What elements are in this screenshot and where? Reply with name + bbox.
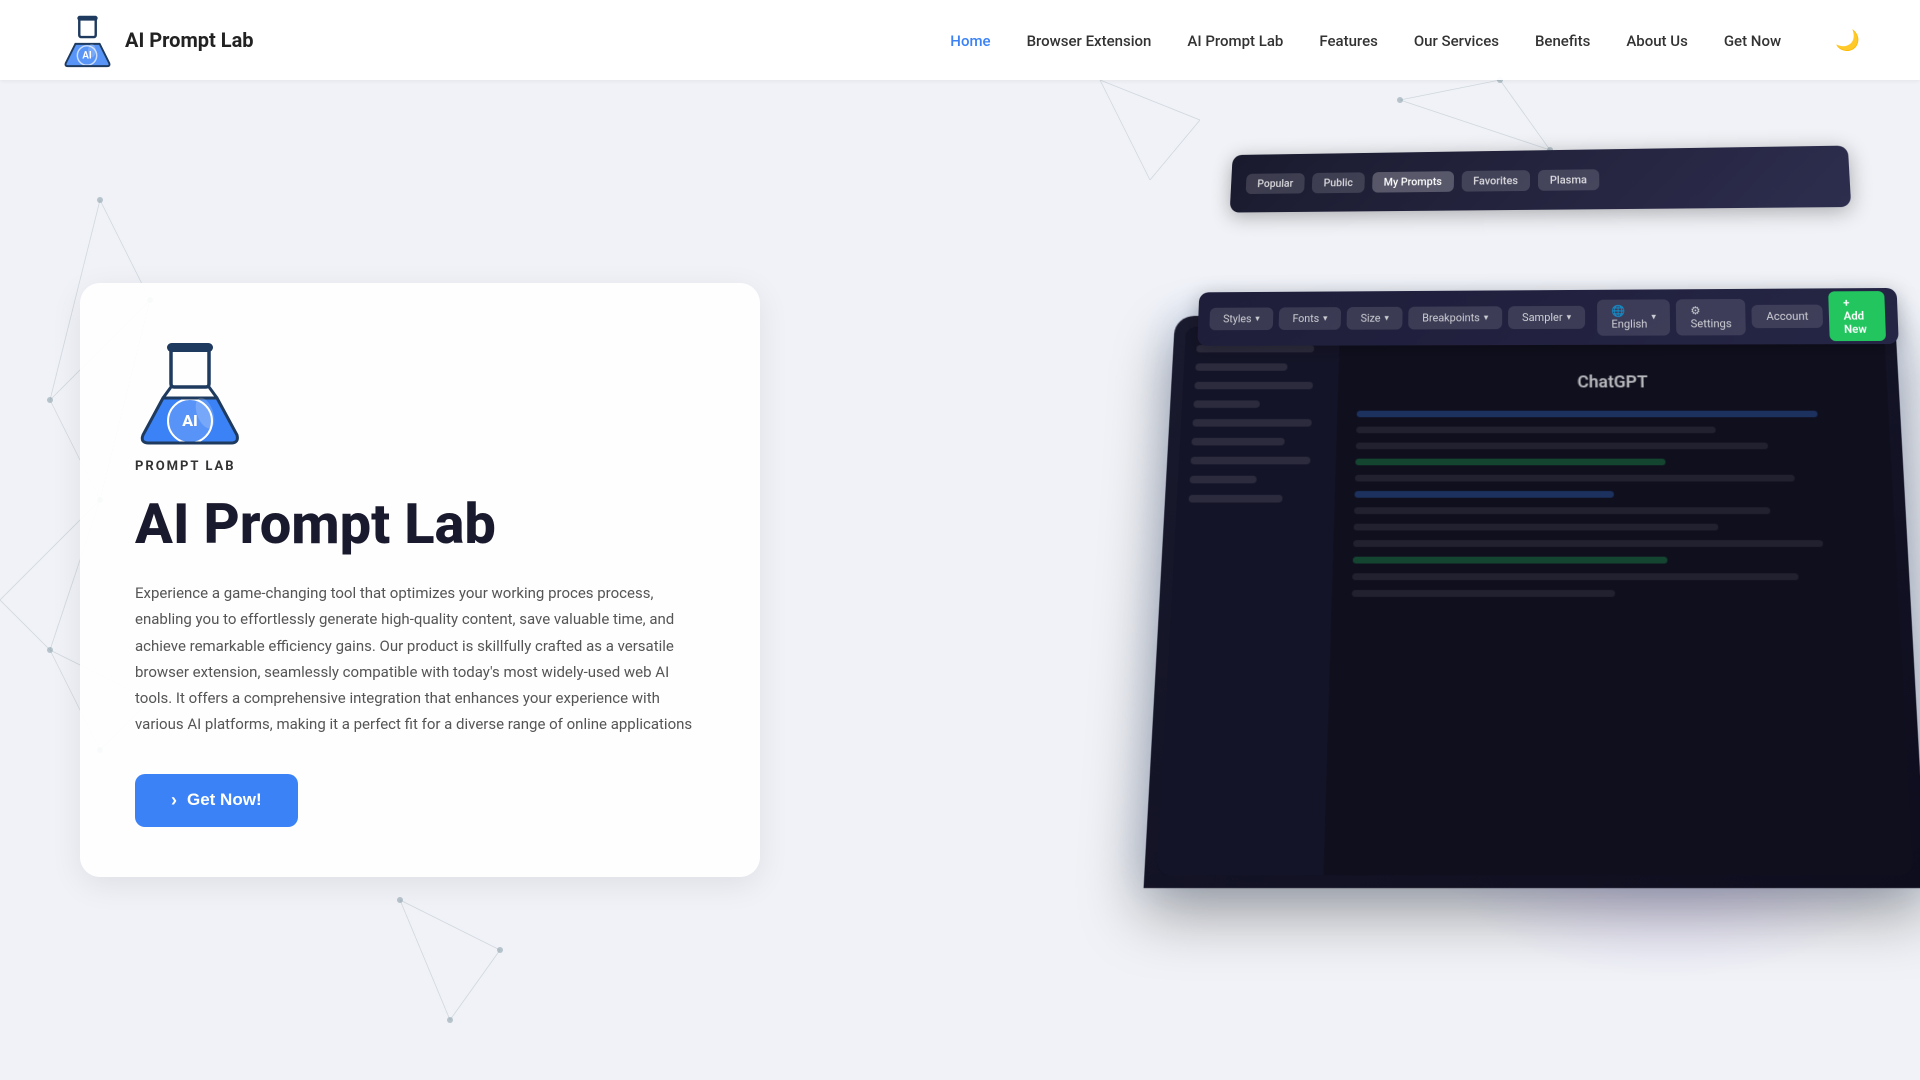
tab-popular: Popular: [1246, 173, 1305, 194]
chip-sampler: Sampler ▾: [1508, 306, 1585, 329]
brand-logo[interactable]: AI AI Prompt Lab: [60, 10, 254, 70]
chip-english: 🌐 English ▾: [1597, 299, 1670, 335]
hero-section: AI PROMPT LAB AI Prompt Lab Experience a…: [0, 80, 1920, 1080]
hero-title: AI Prompt Lab: [135, 494, 705, 556]
brand-name: AI Prompt Lab: [125, 28, 254, 52]
chatgpt-label: ChatGPT: [1357, 373, 1868, 392]
card-logo: AI PROMPT LAB: [135, 333, 705, 474]
chip-fonts: Fonts ▾: [1279, 307, 1342, 330]
chevron-icon: ›: [171, 790, 177, 811]
svg-text:AI: AI: [182, 411, 198, 430]
nav-about-us[interactable]: About Us: [1626, 32, 1688, 50]
get-now-label: Get Now!: [187, 790, 262, 810]
hero-card: AI PROMPT LAB AI Prompt Lab Experience a…: [80, 283, 760, 876]
add-new-btn-mock: + Add New: [1828, 291, 1886, 341]
nav-browser-extension[interactable]: Browser Extension: [1027, 32, 1152, 50]
nav-home[interactable]: Home: [950, 32, 990, 50]
hero-devices: Popular Public My Prompts Favorites Plas…: [1160, 130, 1920, 880]
tab-public: Public: [1312, 172, 1365, 193]
chip-size: Size ▾: [1347, 307, 1403, 330]
nav-our-services[interactable]: Our Services: [1414, 32, 1499, 50]
nav-features[interactable]: Features: [1319, 32, 1377, 50]
chip-styles: Styles ▾: [1209, 307, 1273, 330]
chip-breakpoints: Breakpoints ▾: [1408, 306, 1502, 329]
card-logo-icon: AI: [135, 333, 245, 453]
browser-toolbar-mockup: Popular Public My Prompts Favorites Plas…: [1230, 146, 1852, 213]
logo-icon: AI: [60, 10, 115, 70]
tablet-content: ChatGPT: [1323, 327, 1913, 875]
hero-description: Experience a game-changing tool that opt…: [135, 580, 705, 738]
tab-my-prompts: My Prompts: [1372, 171, 1454, 193]
nav-benefits[interactable]: Benefits: [1535, 32, 1590, 50]
chip-account: Account: [1752, 305, 1823, 329]
dark-mode-toggle[interactable]: 🌙: [1835, 28, 1860, 53]
nav-get-now[interactable]: Get Now: [1724, 32, 1781, 50]
get-now-button[interactable]: › Get Now!: [135, 774, 298, 827]
tablet-mockup: ChatGPT: [1160, 300, 1910, 880]
nav-ai-prompt-lab[interactable]: AI Prompt Lab: [1187, 32, 1283, 50]
tab-favorites: Favorites: [1461, 170, 1530, 192]
chip-settings: ⚙ Settings: [1676, 298, 1746, 335]
editor-toolbar-mockup: Styles ▾ Fonts ▾ Size ▾ Breakpoints ▾ Sa…: [1197, 288, 1899, 346]
tab-plasma: Plasma: [1538, 169, 1599, 191]
tablet-sidebar: [1157, 327, 1340, 875]
nav-links: Home Browser Extension AI Prompt Lab Fea…: [950, 28, 1860, 53]
card-logo-text: PROMPT LAB: [135, 459, 236, 474]
navbar: AI AI Prompt Lab Home Browser Extension …: [0, 0, 1920, 80]
